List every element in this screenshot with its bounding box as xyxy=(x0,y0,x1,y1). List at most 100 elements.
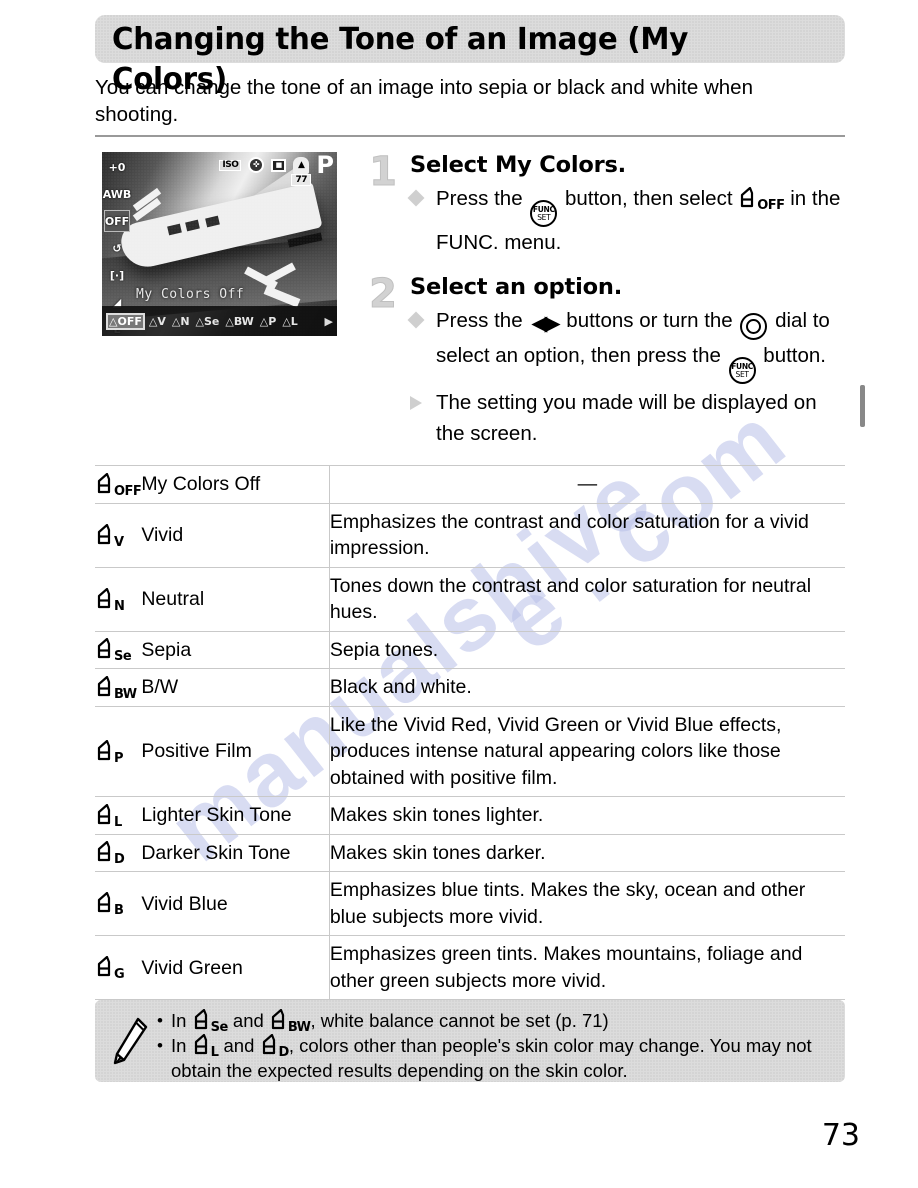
table-row: OFF My Colors Off — xyxy=(95,465,845,504)
table-row: N Neutral Tones down the contrast and colo… xyxy=(95,567,845,631)
row-option-name: Positive Film xyxy=(141,706,330,797)
step-1-title: Select My Colors. xyxy=(410,152,627,178)
row-option-name: Sepia xyxy=(141,631,330,669)
func-set-button-icon: FUNC SET xyxy=(530,200,558,227)
lcd-option-vivid[interactable]: △ V xyxy=(149,315,166,328)
row-option-description: Makes skin tones lighter. xyxy=(329,804,544,826)
pencil-icon xyxy=(113,1017,148,1065)
step-1: 1 Select My Colors. Press the FUNC SET bu… xyxy=(366,150,846,258)
note-1-mid: and xyxy=(227,1010,269,1031)
row-icon-cell: P xyxy=(95,706,141,797)
photo-ground-marking xyxy=(132,187,162,212)
image-stabilizer-icon: ✜ xyxy=(248,157,265,173)
table-row: B Vivid Blue Emphasizes blue tints. Makes … xyxy=(95,871,845,936)
note-2-pre: In xyxy=(171,1035,192,1056)
step-2-number: 2 xyxy=(369,271,398,317)
row-option-description: Makes skin tones darker. xyxy=(329,841,546,864)
row-option-description: Sepia tones. xyxy=(329,638,439,661)
row-option-name: Darker Skin Tone xyxy=(141,834,330,872)
bullet-diamond-icon xyxy=(407,311,425,329)
step-1-text-a: Press the xyxy=(436,187,529,210)
row-icon-cell: G xyxy=(95,936,141,1000)
my-colors-icon: OFF xyxy=(95,472,142,498)
photo-ground-marking xyxy=(262,262,296,286)
my-colors-off-icon: OFF xyxy=(738,187,785,212)
lcd-current-setting-label: My Colors Off xyxy=(136,287,245,302)
bw-icon: BW xyxy=(269,1009,311,1034)
flash-value-badge: 77 xyxy=(291,174,311,186)
row-icon-cell: OFF xyxy=(95,466,142,504)
instruction-steps: 1 Select My Colors. Press the FUNC SET bu… xyxy=(366,150,846,453)
my-colors-icon: BW xyxy=(95,675,137,701)
row-option-name: Lighter Skin Tone xyxy=(141,796,330,834)
func-item-exposure[interactable]: +0 xyxy=(104,156,130,178)
flash-icon: ▲ xyxy=(293,156,310,174)
row-option-description: Emphasizes the contrast and color satura… xyxy=(329,510,809,560)
iso-icon: ISO xyxy=(219,159,242,171)
lcd-option-positive-film[interactable]: △ P xyxy=(260,315,277,328)
row-icon-cell: L xyxy=(95,797,141,835)
my-colors-icon: Se xyxy=(95,638,132,663)
step-1-number: 1 xyxy=(369,149,398,195)
page-number: 73 xyxy=(821,1118,860,1153)
lcd-option-off[interactable]: △ OFF xyxy=(106,312,145,330)
func-item-white-balance[interactable]: AWB xyxy=(103,183,132,205)
table-row: G Vivid Green Emphasizes green tints. Make… xyxy=(95,935,845,1000)
table-row: P Positive Film Like the Vivid Red, Vivid … xyxy=(95,706,845,797)
note-1-pre: In xyxy=(171,1010,192,1031)
table-body: OFF My Colors Off — V Vivid Emphasizes the co… xyxy=(95,465,845,1075)
step-2-text-a: Press the xyxy=(436,309,529,332)
row-icon-cell: V xyxy=(95,503,141,567)
chevron-right-icon[interactable]: ▶ xyxy=(325,315,333,328)
photo-plane-body xyxy=(117,182,323,272)
darker-skin-tone-icon: D xyxy=(260,1034,289,1059)
photo-ground-marking xyxy=(287,232,323,248)
photo-plane-window xyxy=(185,219,200,232)
table-row: V Vivid Emphasizes the contrast and color … xyxy=(95,503,845,567)
func-item-af-frame[interactable]: [·] xyxy=(104,264,130,286)
photo-ground-marking xyxy=(244,266,278,290)
note-content: In Se and BW, white balance cannot be se… xyxy=(157,1008,835,1083)
photo-ground-marking xyxy=(263,285,301,308)
step-1-bullet-1: Press the FUNC SET button, then select OF… xyxy=(407,183,846,258)
step-2-title: Select an option. xyxy=(410,274,623,300)
func-item-drive-mode[interactable]: ↺ xyxy=(104,237,130,259)
step-2-text-b: buttons or turn the xyxy=(560,309,739,332)
note-box: In Se and BW, white balance cannot be se… xyxy=(95,1000,845,1082)
page-edge-tab-marker xyxy=(860,385,865,427)
lcd-options-row[interactable]: △ OFF △ V △ N △ Se △ BW △ P △ L ▶ xyxy=(102,306,337,336)
bullet-triangle-icon xyxy=(410,396,422,410)
my-colors-options-table: OFF My Colors Off — V Vivid Emphasizes the co… xyxy=(95,465,845,1075)
my-colors-icon: V xyxy=(95,523,124,549)
row-icon-cell: N xyxy=(95,567,141,631)
my-colors-icon: D xyxy=(95,841,125,866)
row-option-name: B/W xyxy=(141,668,330,706)
step-2-result-text: The setting you made will be displayed o… xyxy=(436,391,817,445)
row-icon-cell: D xyxy=(95,834,141,872)
step-2-bullet-2: The setting you made will be displayed o… xyxy=(410,387,846,449)
row-option-description: Tones down the contrast and color satura… xyxy=(329,574,812,624)
metering-icon: ■ xyxy=(271,158,287,172)
row-icon-cell: Se xyxy=(95,631,141,669)
func-item-my-colors[interactable]: OFF xyxy=(104,210,130,232)
row-icon-cell: B xyxy=(95,872,141,936)
row-option-name: My Colors Off xyxy=(141,465,330,503)
lcd-option-lighter-skin[interactable]: △ L xyxy=(282,315,297,328)
row-option-name: Vivid Blue xyxy=(141,871,330,936)
row-option-description: — xyxy=(577,473,598,495)
lcd-option-neutral[interactable]: △ N xyxy=(172,315,190,328)
func-set-button-icon: FUNC SET xyxy=(728,357,756,384)
lighter-skin-tone-icon: L xyxy=(192,1034,219,1059)
step-2: 2 Select an option. Press the ◀▶ buttons… xyxy=(366,272,846,449)
lcd-option-sepia[interactable]: △ Se xyxy=(196,315,220,328)
photo-plane-window xyxy=(205,215,220,228)
lcd-option-bw[interactable]: △ BW xyxy=(225,315,253,328)
my-colors-icon: B xyxy=(95,892,124,917)
control-dial-icon xyxy=(740,313,768,340)
step-2-text-d: button. xyxy=(757,344,826,367)
row-option-description: Like the Vivid Red, Vivid Green or Vivid… xyxy=(329,713,782,789)
table-row: L Lighter Skin Tone Makes skin tones light… xyxy=(95,796,845,835)
camera-lcd-screenshot: ISO ✜ ■ ▲ P 77 +0 AWB OFF ↺ [·] ◢ L My C… xyxy=(102,152,337,336)
horizontal-divider xyxy=(95,135,845,137)
sepia-icon: Se xyxy=(192,1009,228,1034)
